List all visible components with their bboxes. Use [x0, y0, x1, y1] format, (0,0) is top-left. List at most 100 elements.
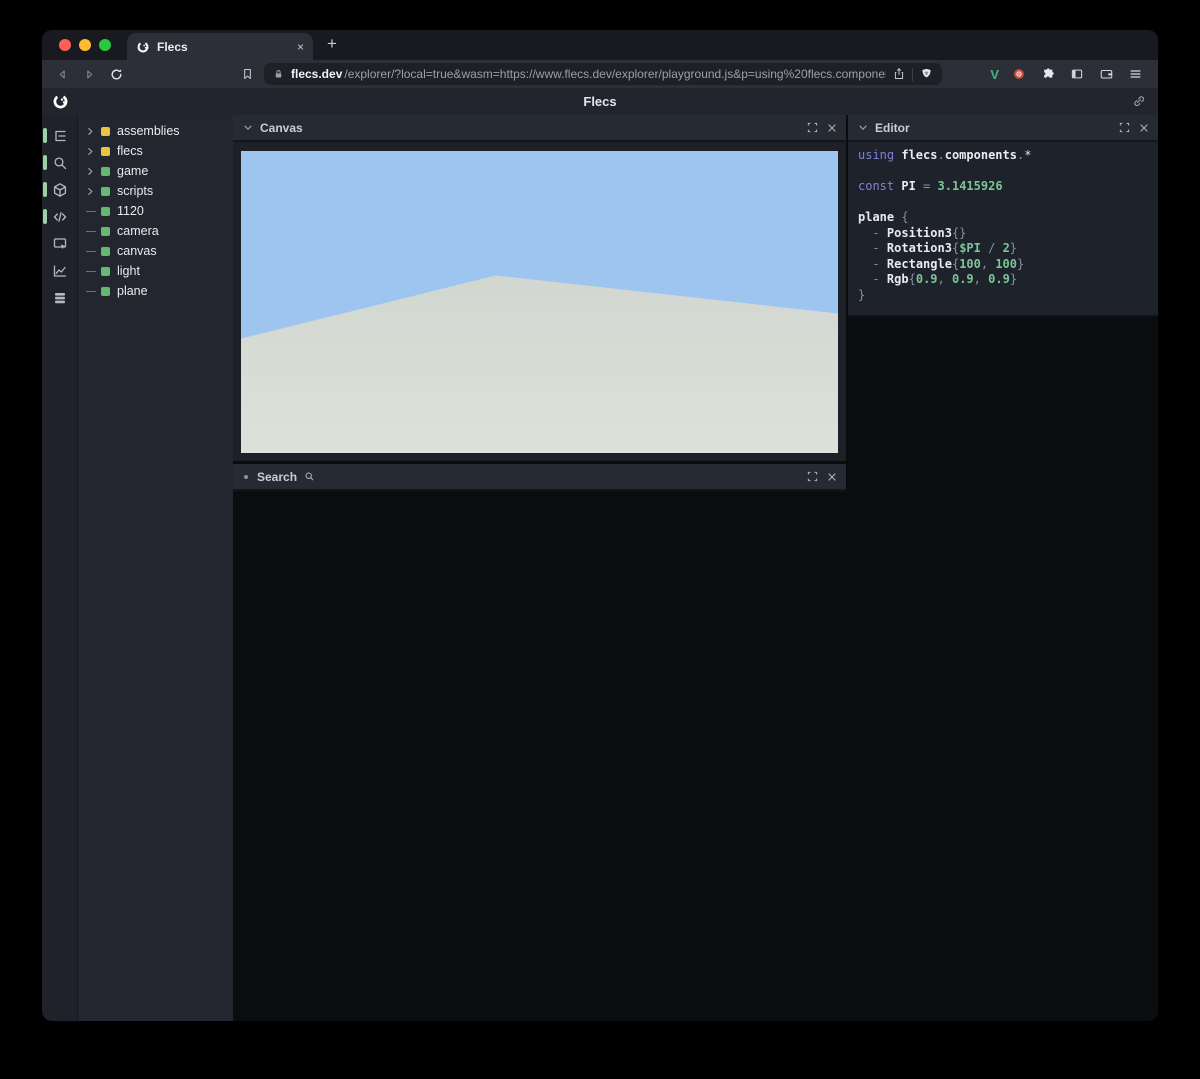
stats-icon: [52, 263, 68, 279]
wallet-icon[interactable]: [1097, 65, 1115, 83]
search-panel-header: Search: [233, 464, 846, 491]
entity-color-square: [101, 227, 110, 236]
fullscreen-icon[interactable]: [806, 470, 819, 483]
tree-icon: [52, 128, 68, 144]
leaf-dash-icon: [86, 271, 101, 272]
tree-item-camera[interactable]: camera: [78, 221, 233, 241]
canvas-panel-header: Canvas: [233, 115, 846, 142]
tree-item-label: light: [117, 264, 140, 278]
close-window-button[interactable]: [59, 39, 71, 51]
search-panel-title: Search: [257, 470, 297, 484]
forward-icon[interactable]: [80, 65, 98, 83]
code-line: using flecs.components.*: [858, 148, 1148, 164]
tab-favicon-flecs-icon: [136, 40, 150, 54]
tree-item-canvas[interactable]: canvas: [78, 241, 233, 261]
app-title: Flecs: [583, 94, 616, 109]
url-divider: [912, 68, 913, 81]
sidebar-toggle-icon[interactable]: [1068, 65, 1086, 83]
tab-title: Flecs: [157, 40, 290, 54]
entity-color-square: [101, 127, 110, 136]
main-area: Canvas: [233, 115, 1158, 1021]
flecs-app: Flecs assemblies flecs game scripts 1120 came…: [42, 88, 1158, 1021]
editor-code-area[interactable]: using flecs.components.* const PI = 3.14…: [848, 142, 1158, 317]
sidebar-item-editor[interactable]: [42, 203, 77, 230]
tree-item-label: game: [117, 164, 148, 178]
browser-tab[interactable]: Flecs ×: [127, 33, 313, 60]
chevron-down-icon[interactable]: [856, 121, 869, 134]
code-line: [858, 195, 1148, 211]
active-indicator: [43, 128, 47, 143]
sidebar-item-stats[interactable]: [42, 257, 77, 284]
code-line: - Position3{}: [858, 226, 1148, 242]
sidebar-item-canvas[interactable]: [42, 230, 77, 257]
url-bar[interactable]: flecs.dev /explorer/?local=true&wasm=htt…: [264, 63, 942, 85]
leaf-dash-icon: [86, 251, 101, 252]
expand-chevron-icon[interactable]: [86, 147, 101, 156]
close-icon[interactable]: [825, 121, 838, 134]
search-icon: [52, 155, 68, 171]
extension-badge-icon[interactable]: [1010, 65, 1028, 83]
entity-color-square: [101, 287, 110, 296]
3d-scene: [241, 151, 838, 453]
sidebar-item-tree[interactable]: [42, 122, 77, 149]
zoom-window-button[interactable]: [99, 39, 111, 51]
bookmark-icon[interactable]: [238, 65, 256, 83]
brave-shield-icon[interactable]: [920, 67, 933, 81]
code-line: - Rectangle{100, 100}: [858, 257, 1148, 273]
tree-item-label: assemblies: [117, 124, 180, 138]
fullscreen-icon[interactable]: [1118, 121, 1131, 134]
tree-item-label: camera: [117, 224, 159, 238]
editor-icon: [52, 209, 68, 225]
canvas-icon: [52, 236, 68, 252]
entity-color-square: [101, 267, 110, 276]
tree-item-label: scripts: [117, 184, 153, 198]
sidebar-item-tables[interactable]: [42, 284, 77, 311]
menu-hamburger-icon[interactable]: [1126, 65, 1144, 83]
tree-item-label: plane: [117, 284, 148, 298]
browser-window: Flecs × +: [42, 30, 1158, 1021]
tree-item-flecs[interactable]: flecs: [78, 141, 233, 161]
expand-chevron-icon[interactable]: [86, 167, 101, 176]
code-line: const PI = 3.1415926: [858, 179, 1148, 195]
vue-devtools-icon[interactable]: V: [990, 67, 999, 82]
entity-tree-panel: assemblies flecs game scripts 1120 camera canv…: [78, 115, 233, 1021]
active-indicator: [43, 209, 47, 224]
url-path: /explorer/?local=true&wasm=https://www.f…: [344, 67, 886, 81]
leaf-dash-icon: [86, 211, 101, 212]
expand-chevron-icon[interactable]: [86, 127, 101, 136]
close-icon[interactable]: [825, 470, 838, 483]
collapsed-bullet-icon[interactable]: [244, 475, 248, 479]
tree-item-assemblies[interactable]: assemblies: [78, 121, 233, 141]
tree-item-1120[interactable]: 1120: [78, 201, 233, 221]
fullscreen-icon[interactable]: [806, 121, 819, 134]
entity-color-square: [101, 187, 110, 196]
entities-icon: [52, 182, 68, 198]
browser-toolbar: flecs.dev /explorer/?local=true&wasm=htt…: [42, 60, 1158, 88]
new-tab-button[interactable]: +: [313, 34, 337, 57]
tree-item-scripts[interactable]: scripts: [78, 181, 233, 201]
tree-item-game[interactable]: game: [78, 161, 233, 181]
sidebar-item-search[interactable]: [42, 149, 77, 176]
tab-close-icon[interactable]: ×: [297, 40, 304, 54]
code-line: plane {: [858, 210, 1148, 226]
code-line: - Rgb{0.9, 0.9, 0.9}: [858, 272, 1148, 288]
minimize-window-button[interactable]: [79, 39, 91, 51]
back-icon[interactable]: [53, 65, 71, 83]
canvas-3d-view[interactable]: [233, 142, 846, 461]
leaf-dash-icon: [86, 231, 101, 232]
expand-chevron-icon[interactable]: [86, 187, 101, 196]
active-indicator: [43, 182, 47, 197]
extensions-puzzle-icon[interactable]: [1039, 65, 1057, 83]
share-icon[interactable]: [893, 67, 905, 81]
sidebar-item-entities[interactable]: [42, 176, 77, 203]
tree-item-light[interactable]: light: [78, 261, 233, 281]
chevron-down-icon[interactable]: [241, 121, 254, 134]
entity-color-square: [101, 147, 110, 156]
reload-icon[interactable]: [107, 65, 125, 83]
share-link-icon[interactable]: [1132, 94, 1146, 108]
traffic-lights: [42, 30, 127, 60]
close-icon[interactable]: [1137, 121, 1150, 134]
tree-item-plane[interactable]: plane: [78, 281, 233, 301]
screenshot-stage: Flecs × +: [0, 0, 1200, 1079]
canvas-panel-title: Canvas: [260, 121, 303, 135]
